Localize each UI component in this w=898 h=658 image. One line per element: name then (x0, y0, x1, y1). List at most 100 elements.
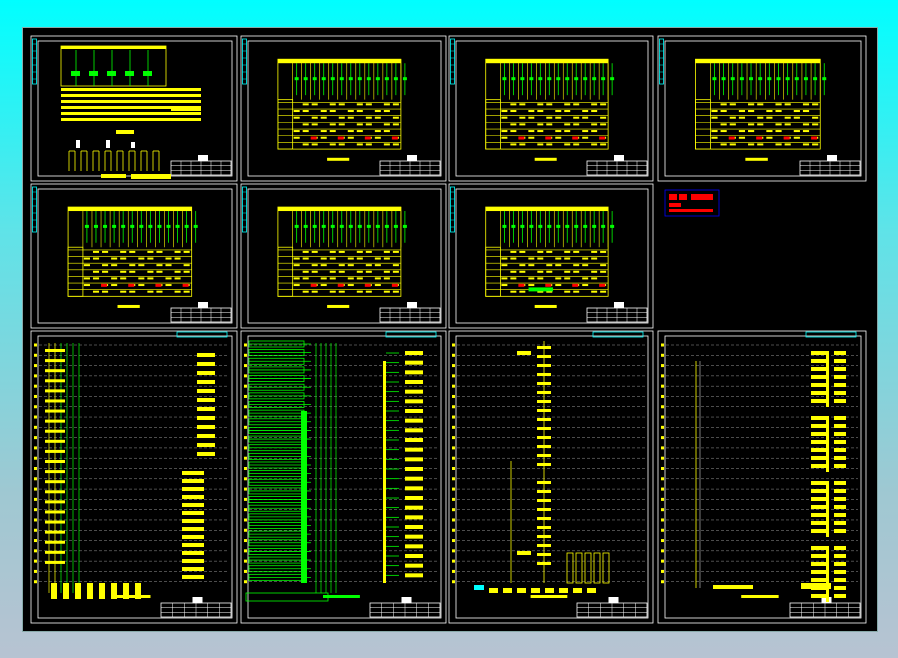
drawing-sheet-4[interactable] (657, 35, 867, 182)
breaker-symbol (822, 77, 827, 81)
table-cell-text (147, 250, 154, 253)
breaker-symbol (89, 71, 98, 76)
table-cell-text (510, 257, 517, 260)
table-cell-text (812, 123, 819, 126)
table-cell-text (573, 290, 580, 293)
distribution-box (834, 546, 846, 550)
table-cell-text (757, 143, 764, 146)
floor-label (452, 374, 455, 378)
drawing-sheet-2[interactable] (240, 35, 447, 182)
table-cell-text (501, 277, 508, 280)
table-cell-text (311, 270, 318, 273)
table-cell-text (311, 290, 318, 293)
table-cell-text (338, 103, 345, 106)
binding-strip (242, 186, 247, 233)
table-cell-text (147, 270, 154, 273)
floor-label (661, 353, 664, 357)
feeder-block (45, 439, 65, 443)
floor-label (661, 549, 664, 553)
floor-label (34, 384, 37, 388)
table-cell-text (766, 136, 773, 139)
feeder-block (45, 480, 65, 484)
distribution-box (537, 445, 551, 448)
table-cell-text (329, 290, 336, 293)
floor-label (661, 343, 664, 347)
table-cell-text (311, 123, 318, 126)
table-cell-text (383, 250, 390, 253)
main-switchboard (63, 583, 69, 599)
floor-label (34, 580, 37, 584)
table-header-bar (61, 46, 166, 49)
table-cell-text (102, 250, 109, 253)
drawing-sheet-1[interactable] (30, 35, 238, 182)
breaker-symbol (312, 224, 317, 228)
table-cell-text (555, 277, 562, 280)
row-labels (67, 246, 84, 297)
table-cell-text (510, 103, 517, 106)
breaker-symbol (565, 224, 570, 228)
distribution-box (182, 535, 204, 539)
table-cell-text (564, 103, 571, 106)
drawing-sheet-9[interactable] (240, 330, 447, 624)
highlight-cell (545, 136, 552, 140)
drawing-sheet-8[interactable] (30, 330, 238, 624)
feeder-block (45, 359, 65, 363)
drawing-sheet-10[interactable] (448, 330, 654, 624)
sheet-caption (101, 174, 126, 178)
drawing-sheet-5[interactable] (30, 183, 238, 329)
breaker-symbol (538, 224, 543, 228)
table-cell-text (320, 264, 327, 267)
highlight-block (474, 585, 484, 590)
table-cell-text (582, 136, 589, 139)
table-cell-text (302, 270, 309, 273)
distribution-box (405, 573, 423, 578)
floor-label (34, 343, 37, 347)
table-cell-text (165, 264, 172, 267)
table-cell-text (293, 264, 300, 267)
floor-label (661, 436, 664, 440)
table-cell-text (564, 290, 571, 293)
distribution-box (197, 416, 215, 420)
distribution-box (537, 544, 551, 547)
drawing-canvas[interactable] (23, 28, 877, 631)
table-cell-text (528, 110, 535, 113)
distribution-box (537, 382, 551, 385)
drawing-sheet-7[interactable] (448, 183, 654, 329)
drawing-sheet-3[interactable] (448, 35, 654, 182)
table-cell-text (311, 143, 318, 146)
floor-label (34, 539, 37, 543)
table-cell-text (383, 110, 390, 113)
breaker-symbol (721, 77, 726, 81)
feeder-block (45, 560, 65, 564)
breaker-symbol (547, 224, 552, 228)
floor-label (34, 353, 37, 357)
design-stamp-logo (664, 189, 720, 217)
table-cell-text (329, 123, 336, 126)
highlight-cell (572, 136, 579, 140)
switchgear-panel (584, 552, 592, 584)
table-cell-text (537, 270, 544, 273)
sheet-caption (327, 304, 350, 308)
breaker-symbol (610, 224, 615, 228)
table-cell-text (383, 143, 390, 146)
table-cell-text (582, 264, 589, 267)
table-cell-text (302, 250, 309, 253)
floor-label (34, 569, 37, 573)
table-cell-text (757, 123, 764, 126)
table-cell-text (802, 130, 810, 133)
main-switchboard (573, 588, 582, 593)
floor-label (244, 528, 247, 532)
drawing-sheet-6[interactable] (240, 183, 447, 329)
main-switchboard (245, 592, 329, 602)
distribution-box (405, 554, 423, 558)
table-cell-text (802, 143, 810, 146)
highlight-cell (599, 136, 606, 140)
table-cell-text (537, 250, 544, 253)
table-cell-text (311, 103, 318, 106)
table-cell-text (546, 143, 553, 146)
table-cell-text (311, 250, 318, 253)
distribution-box (537, 535, 551, 538)
cad-viewport[interactable] (22, 27, 878, 632)
table-cell-text (302, 123, 309, 126)
drawing-sheet-11[interactable] (657, 330, 867, 624)
